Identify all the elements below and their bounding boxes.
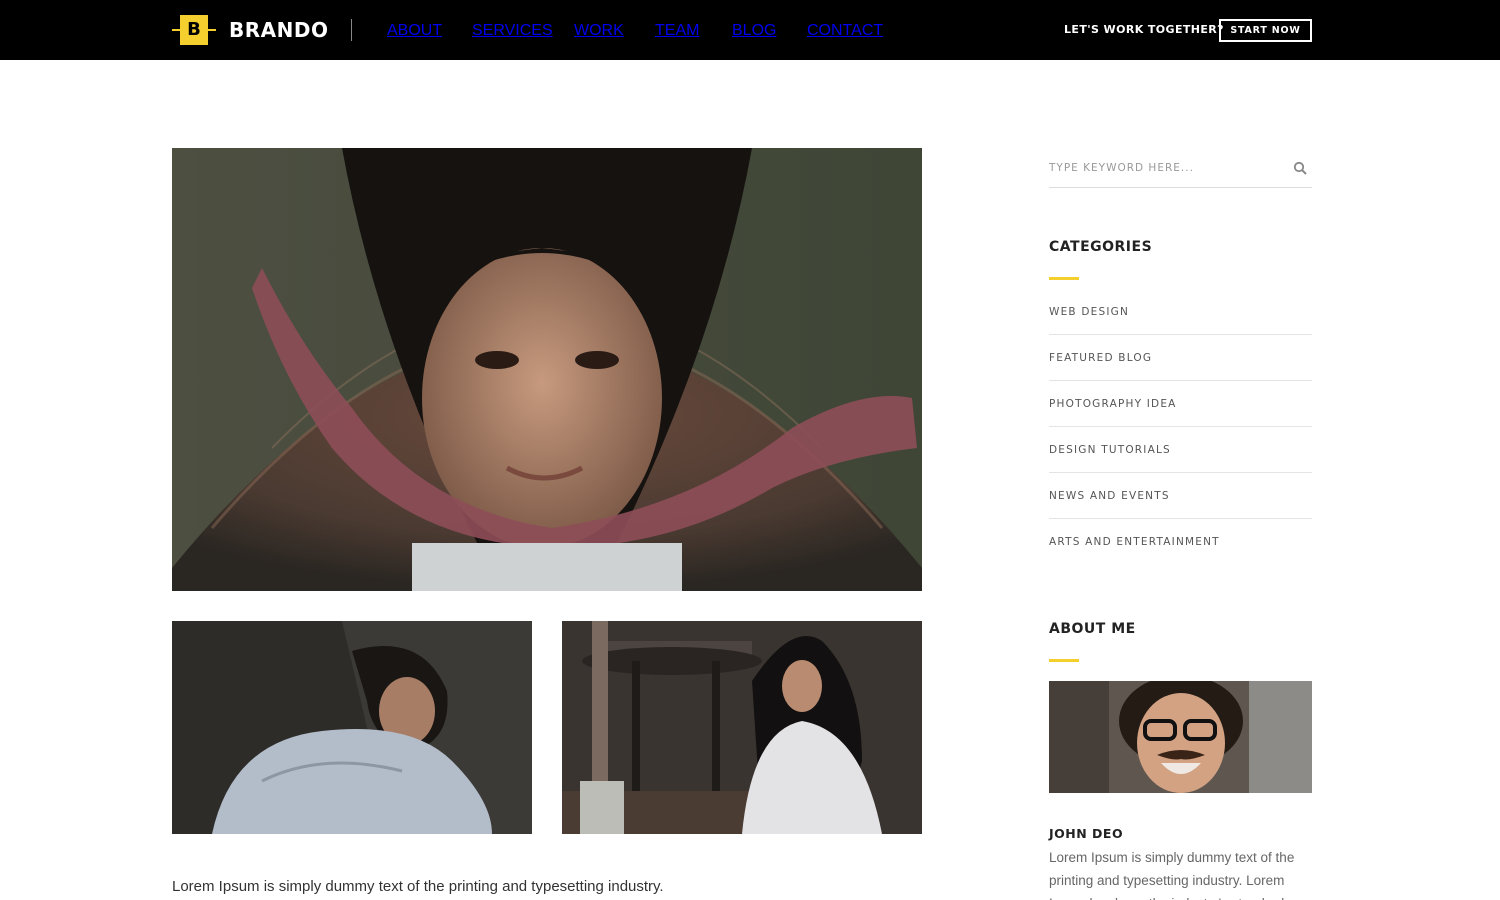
gallery-image-1 [172,621,532,834]
search-box [1049,156,1312,188]
gallery-image-2 [562,621,922,834]
category-label[interactable]: FEATURED BLOG [1049,352,1152,365]
categories-underline [1049,277,1079,280]
category-label[interactable]: WEB DESIGN [1049,306,1129,319]
nav-item-work[interactable]: WORK [574,22,624,40]
category-item[interactable]: NEWS AND EVENTS [1049,473,1312,519]
about-me-heading: ABOUT ME [1049,621,1136,637]
about-me-photo [1049,681,1312,793]
search-icon[interactable] [1293,161,1307,175]
about-me-name: JOHN DEO [1049,826,1124,841]
category-label[interactable]: NEWS AND EVENTS [1049,490,1170,503]
nav-item-blog[interactable]: BLOG [732,22,776,40]
category-item[interactable]: WEB DESIGN [1049,289,1312,335]
about-me-text: Lorem Ipsum is simply dummy text of the … [1049,850,1295,900]
category-item[interactable]: DESIGN TUTORIALS [1049,427,1312,473]
post-body-text: Lorem Ipsum is simply dummy text of the … [172,878,664,895]
categories-list: WEB DESIGN FEATURED BLOG PHOTOGRAPHY IDE… [1049,289,1312,565]
brand-name[interactable]: BRANDO [229,17,328,43]
category-item[interactable]: FEATURED BLOG [1049,335,1312,381]
search-input[interactable] [1049,156,1279,180]
nav-item-about[interactable]: ABOUT [387,22,442,40]
nav-item-contact[interactable]: CONTACT [807,22,883,40]
categories-heading: CATEGORIES [1049,239,1153,255]
hero-image [172,148,922,591]
category-item[interactable]: ARTS AND ENTERTAINMENT [1049,519,1312,565]
category-label[interactable]: DESIGN TUTORIALS [1049,444,1171,457]
top-navbar: B BRANDO ABOUT SERVICES WORK TEAM BLOG C… [0,0,1500,60]
category-label[interactable]: PHOTOGRAPHY IDEA [1049,398,1177,411]
cta-text: LET'S WORK TOGETHER? [1064,23,1224,36]
logo[interactable]: B [172,15,216,45]
category-label[interactable]: ARTS AND ENTERTAINMENT [1049,536,1220,549]
nav-item-team[interactable]: TEAM [655,22,699,40]
logo-letter: B [187,19,201,40]
start-now-button[interactable]: START NOW [1219,19,1312,42]
about-me-underline [1049,659,1079,662]
category-item[interactable]: PHOTOGRAPHY IDEA [1049,381,1312,427]
header-divider [351,19,352,41]
nav-item-services[interactable]: SERVICES [472,22,553,40]
